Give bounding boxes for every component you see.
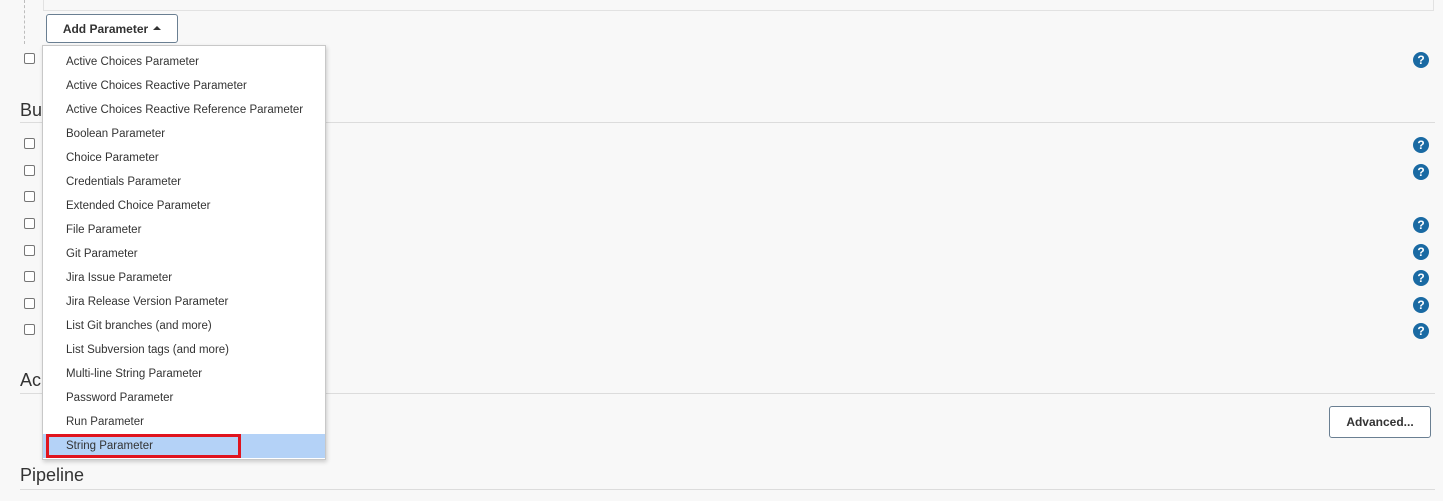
trigger-checkbox[interactable] bbox=[24, 138, 35, 149]
menu-item-label: Password Parameter bbox=[66, 392, 174, 404]
trigger-checkbox[interactable] bbox=[24, 324, 35, 335]
help-icon[interactable]: ? bbox=[1413, 164, 1429, 180]
trigger-checkbox[interactable] bbox=[24, 245, 35, 256]
menu-item[interactable]: File Parameter bbox=[43, 218, 325, 242]
menu-item[interactable]: Active Choices Parameter bbox=[43, 50, 325, 74]
menu-item-label: Credentials Parameter bbox=[66, 176, 182, 188]
section-title-pipeline: Pipeline bbox=[20, 465, 85, 485]
menu-item[interactable]: Multi-line String Parameter bbox=[43, 362, 325, 386]
add-parameter-dropdown-menu: Active Choices Parameter Active Choices R… bbox=[42, 45, 326, 460]
menu-item-label: String Parameter bbox=[66, 440, 153, 452]
help-icon[interactable]: ? bbox=[1413, 244, 1429, 260]
menu-item[interactable]: Boolean Parameter bbox=[43, 122, 325, 146]
menu-item[interactable]: Jira Issue Parameter bbox=[43, 266, 325, 290]
option-checkbox[interactable] bbox=[24, 53, 35, 64]
trigger-checkbox[interactable] bbox=[24, 271, 35, 282]
parameter-container bbox=[43, 0, 1434, 11]
add-parameter-label: Add Parameter bbox=[62, 21, 149, 36]
menu-item-label: Multi-line String Parameter bbox=[66, 368, 203, 380]
menu-item-selected[interactable]: String Parameter bbox=[43, 434, 325, 458]
trigger-checkbox[interactable] bbox=[24, 298, 35, 309]
menu-item[interactable]: List Git branches (and more) bbox=[43, 314, 325, 338]
section-title-build-triggers: Bu bbox=[20, 100, 43, 120]
help-icon[interactable]: ? bbox=[1413, 52, 1429, 68]
help-icon[interactable]: ? bbox=[1413, 270, 1429, 286]
menu-item-label: Run Parameter bbox=[66, 416, 144, 428]
menu-item[interactable]: Jira Release Version Parameter bbox=[43, 290, 325, 314]
trigger-checkbox[interactable] bbox=[24, 165, 35, 176]
help-icon[interactable]: ? bbox=[1413, 137, 1429, 153]
menu-item[interactable]: Active Choices Reactive Parameter bbox=[43, 74, 325, 98]
menu-item-label: Active Choices Reactive Reference Parame… bbox=[66, 104, 304, 116]
add-parameter-button[interactable]: Add Parameter bbox=[46, 14, 178, 43]
advanced-button[interactable]: Advanced... bbox=[1329, 406, 1431, 438]
help-icon[interactable]: ? bbox=[1413, 323, 1429, 339]
menu-item[interactable]: Credentials Parameter bbox=[43, 170, 325, 194]
menu-item-label: List Subversion tags (and more) bbox=[66, 344, 229, 356]
menu-item-label: List Git branches (and more) bbox=[66, 320, 212, 332]
trigger-checkbox[interactable] bbox=[24, 218, 35, 229]
section-divider bbox=[20, 489, 1435, 490]
help-icon[interactable]: ? bbox=[1413, 217, 1429, 233]
menu-item-label: Jira Release Version Parameter bbox=[66, 296, 229, 308]
menu-item-label: Choice Parameter bbox=[66, 152, 159, 164]
menu-item[interactable]: Run Parameter bbox=[43, 410, 325, 434]
help-icon[interactable]: ? bbox=[1413, 297, 1429, 313]
jenkins-config-page: Add Parameter ? Bu ? ? ? ? ? ? ? Ac Adva… bbox=[0, 0, 1443, 501]
menu-item[interactable]: List Subversion tags (and more) bbox=[43, 338, 325, 362]
menu-item[interactable]: Password Parameter bbox=[43, 386, 325, 410]
menu-item[interactable]: Active Choices Reactive Reference Parame… bbox=[43, 98, 325, 122]
menu-item-label: Git Parameter bbox=[66, 248, 138, 260]
section-title-advanced-options: Ac bbox=[20, 370, 42, 390]
menu-item-label: Jira Issue Parameter bbox=[66, 272, 173, 284]
menu-item[interactable]: Git Parameter bbox=[43, 242, 325, 266]
menu-item-label: Active Choices Parameter bbox=[66, 56, 199, 68]
menu-item-label: Extended Choice Parameter bbox=[66, 200, 211, 212]
caret-up-icon bbox=[153, 26, 162, 30]
menu-item[interactable]: Extended Choice Parameter bbox=[43, 194, 325, 218]
menu-item[interactable]: Choice Parameter bbox=[43, 146, 325, 170]
menu-item-label: File Parameter bbox=[66, 224, 142, 236]
menu-item-label: Boolean Parameter bbox=[66, 128, 166, 140]
trigger-checkbox[interactable] bbox=[24, 191, 35, 202]
menu-item-label: Active Choices Reactive Parameter bbox=[66, 80, 247, 92]
repeatable-divider bbox=[24, 0, 25, 44]
